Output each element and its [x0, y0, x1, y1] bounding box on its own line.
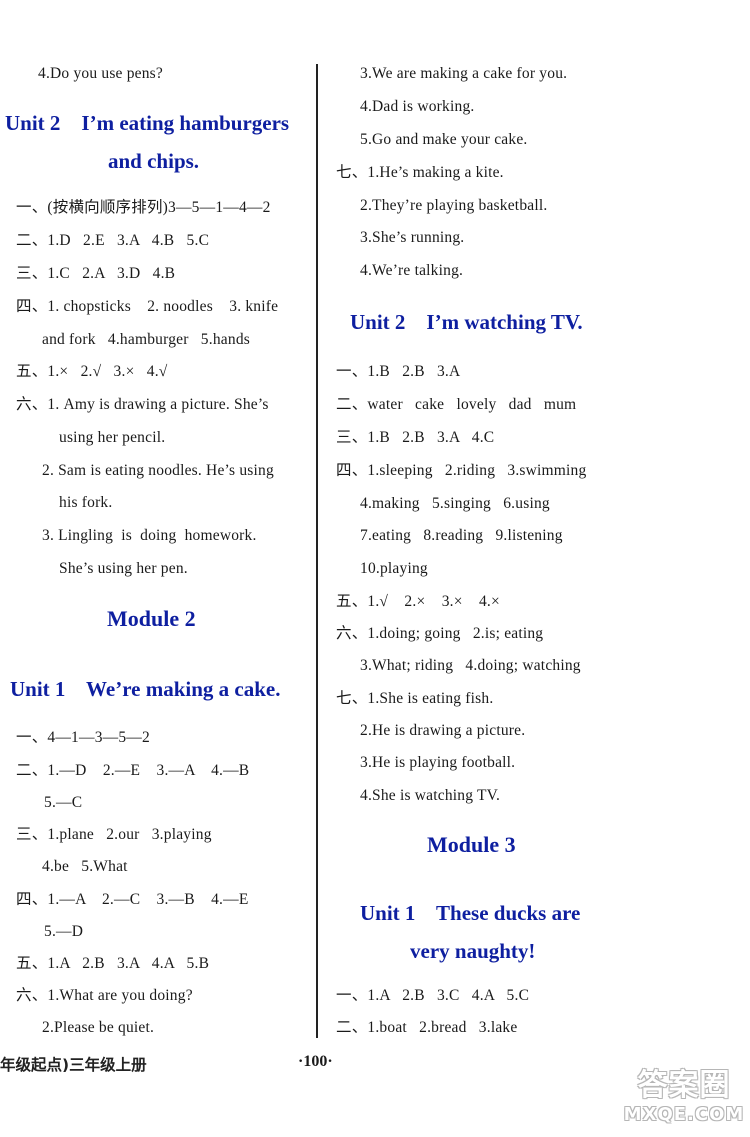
answer-line: 5.—D: [44, 923, 84, 940]
unit-heading-cont: very naughty!: [410, 939, 536, 963]
answer-line: 一、1.B 2.B 3.A: [336, 363, 461, 380]
answer-line: 二、1.D 2.E 3.A 4.B 5.C: [16, 232, 210, 249]
answer-line: 五、1.A 2.B 3.A 4.A 5.B: [16, 955, 210, 972]
answer-line: 一、4—1—3—5—2: [16, 729, 150, 746]
unit-heading-cont: and chips.: [108, 149, 200, 173]
answer-line: 二、1.—D 2.—E 3.—A 4.—B: [16, 762, 250, 779]
answer-line: 六、1.doing; going 2.is; eating: [336, 625, 544, 642]
unit-heading: Unit 2 I’m watching TV.: [350, 310, 583, 334]
answer-key-page: 4.Do you use pens? Unit 2 I’m eating ham…: [0, 0, 750, 1137]
unit-heading: Unit 2 I’m eating hamburgers: [5, 111, 290, 135]
answer-line: and fork 4.hamburger 5.hands: [42, 331, 250, 348]
answer-line: 六、1.What are you doing?: [16, 987, 193, 1004]
column-divider: [316, 64, 318, 1038]
answer-line: 10.playing: [360, 560, 428, 577]
answer-line: 4.Do you use pens?: [38, 65, 163, 82]
answer-line: 3.She’s running.: [360, 229, 465, 246]
answer-line: 一、(按横向顺序排列)3—5—1—4—2: [16, 199, 271, 216]
watermark-cn: 答案圈: [637, 1068, 731, 1103]
answer-line: 7.eating 8.reading 9.listening: [360, 527, 563, 544]
answer-line: 五、1.√ 2.× 3.× 4.×: [336, 593, 500, 610]
answer-line: 3.He is playing football.: [360, 754, 516, 771]
answer-line: 六、1. Amy is drawing a picture. She’s: [16, 396, 269, 413]
unit-heading: Unit 1 We’re making a cake.: [10, 677, 281, 701]
answer-line: 2.They’re playing basketball.: [360, 197, 548, 214]
watermark-logo: 答案圈 MXQE.COM: [620, 1068, 748, 1134]
answer-line: 4.Dad is working.: [360, 98, 475, 115]
answer-line: 四、1. chopsticks 2. noodles 3. knife: [16, 298, 279, 315]
answer-line: 七、1.She is eating fish.: [336, 690, 494, 707]
page-number: ·100·: [298, 1053, 333, 1070]
answer-line: 4.be 5.What: [42, 858, 128, 875]
answer-line: 一、1.A 2.B 3.C 4.A 5.C: [336, 987, 530, 1004]
answer-line: 四、1.—A 2.—C 3.—B 4.—E: [16, 891, 249, 908]
answer-line: She’s using her pen.: [59, 560, 188, 577]
answer-line: 七、1.He’s making a kite.: [336, 164, 504, 181]
answer-line: 三、1.C 2.A 3.D 4.B: [16, 265, 176, 282]
answer-line: 2.He is drawing a picture.: [360, 722, 526, 739]
unit-heading: Unit 1 These ducks are: [360, 901, 581, 925]
answer-line: 2. Sam is eating noodles. He’s using: [42, 462, 274, 479]
watermark-en: MXQE.COM: [623, 1104, 745, 1125]
book-label: 年级起点)三年级上册: [0, 1056, 147, 1074]
answer-line: 三、1.B 2.B 3.A 4.C: [336, 429, 495, 446]
answer-line: 2.Please be quiet.: [42, 1019, 155, 1036]
answer-line: 5.Go and make your cake.: [360, 131, 528, 148]
answer-line: 5.—C: [44, 794, 83, 811]
answer-line: using her pencil.: [59, 429, 166, 446]
answer-line: 4.She is watching TV.: [360, 787, 501, 804]
answer-line: 4.making 5.singing 6.using: [360, 495, 550, 512]
answer-line: 3.What; riding 4.doing; watching: [360, 657, 581, 674]
answer-line: 二、water cake lovely dad mum: [336, 396, 577, 413]
answer-line: 二、1.boat 2.bread 3.lake: [336, 1019, 518, 1036]
answer-line: 4.We’re talking.: [360, 262, 464, 279]
module-heading: Module 3: [427, 832, 516, 857]
answer-line: 三、1.plane 2.our 3.playing: [16, 826, 212, 843]
answer-line: 四、1.sleeping 2.riding 3.swimming: [336, 462, 587, 479]
module-heading: Module 2: [107, 606, 196, 631]
answer-line: 五、1.× 2.√ 3.× 4.√: [16, 363, 168, 380]
answer-line: 3.We are making a cake for you.: [360, 65, 568, 82]
answer-line: his fork.: [59, 494, 113, 511]
answer-line: 3. Lingling is doing homework.: [42, 527, 257, 544]
